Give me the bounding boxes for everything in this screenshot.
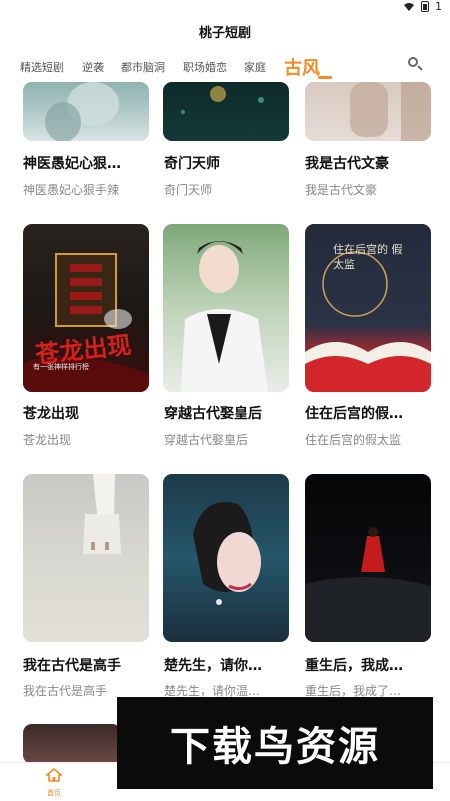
drama-title[interactable]: 神医愚妃心狠… bbox=[23, 153, 147, 173]
drama-title[interactable]: 我是古代文豪 bbox=[305, 153, 429, 173]
poster-art bbox=[350, 82, 431, 141]
tab-comeback[interactable]: 逆袭 bbox=[82, 59, 104, 75]
poster-caption: 有一张神样排行榜 bbox=[33, 363, 89, 371]
drama-poster[interactable] bbox=[305, 474, 431, 642]
drama-subtitle: 奇门天师 bbox=[164, 183, 213, 197]
drama-subtitle: 住在后宫的假太监 bbox=[305, 433, 402, 447]
poster-title-art: 住在后宫的 假太监 bbox=[333, 243, 403, 271]
home-icon bbox=[44, 767, 64, 782]
watermark-banner: 下载鸟资源 bbox=[117, 697, 433, 789]
tab-family[interactable]: 家庭 bbox=[244, 59, 266, 75]
poster-art bbox=[193, 502, 261, 605]
drama-subtitle: 我是古代文豪 bbox=[305, 183, 378, 197]
app-title: 桃子短剧 bbox=[198, 26, 251, 41]
poster-art bbox=[83, 474, 121, 554]
battery-icon bbox=[421, 1, 429, 12]
poster-art bbox=[305, 527, 431, 642]
tab-featured[interactable]: 精选短剧 bbox=[20, 59, 64, 75]
drama-poster[interactable] bbox=[163, 82, 289, 141]
search-icon[interactable] bbox=[408, 57, 424, 73]
drama-title[interactable]: 住在后宫的假… bbox=[305, 403, 429, 423]
tab-urban[interactable]: 都市脑洞 bbox=[121, 59, 165, 75]
status-bar: 1 bbox=[0, 0, 450, 14]
battery-level: 1 bbox=[435, 0, 442, 13]
drama-title[interactable]: 苍龙出现 bbox=[23, 403, 147, 423]
drama-subtitle: 神医愚妃心狠手辣 bbox=[23, 183, 120, 197]
drama-poster[interactable]: 住在后宫的 假太监 bbox=[305, 224, 431, 392]
watermark-text: 下载鸟资源 bbox=[170, 724, 380, 770]
poster-art bbox=[181, 241, 268, 392]
active-tab-indicator bbox=[318, 76, 332, 79]
wifi-icon bbox=[404, 2, 414, 11]
drama-subtitle: 穿越古代娶皇后 bbox=[164, 433, 249, 447]
drama-title[interactable]: 穿越古代娶皇后 bbox=[164, 403, 288, 423]
tab-ancient[interactable]: 古风 bbox=[284, 54, 320, 80]
category-tabs: 精选短剧 逆袭 都市脑洞 职场婚恋 家庭 古风 bbox=[0, 52, 450, 82]
drama-poster[interactable] bbox=[23, 724, 121, 764]
status-icons: 1 bbox=[403, 0, 442, 13]
drama-subtitle: 苍龙出现 bbox=[23, 433, 72, 447]
drama-poster[interactable] bbox=[23, 82, 149, 141]
poster-art bbox=[181, 86, 264, 114]
drama-title[interactable]: 我在古代是高手 bbox=[23, 655, 147, 675]
drama-poster[interactable] bbox=[23, 474, 149, 642]
nav-home-label: 首页 bbox=[47, 789, 61, 797]
drama-title[interactable]: 重生后，我成… bbox=[305, 655, 429, 675]
drama-poster[interactable] bbox=[305, 82, 431, 141]
nav-home[interactable]: 首页 bbox=[34, 767, 74, 798]
drama-title[interactable]: 楚先生，请你… bbox=[164, 655, 288, 675]
drama-poster[interactable]: 苍龙出现 有一张神样排行榜 bbox=[23, 224, 149, 392]
drama-poster[interactable] bbox=[163, 474, 289, 642]
drama-title[interactable]: 奇门天师 bbox=[164, 153, 288, 173]
poster-art bbox=[45, 82, 119, 141]
tab-workplace[interactable]: 职场婚恋 bbox=[183, 59, 227, 75]
drama-poster[interactable] bbox=[163, 224, 289, 392]
